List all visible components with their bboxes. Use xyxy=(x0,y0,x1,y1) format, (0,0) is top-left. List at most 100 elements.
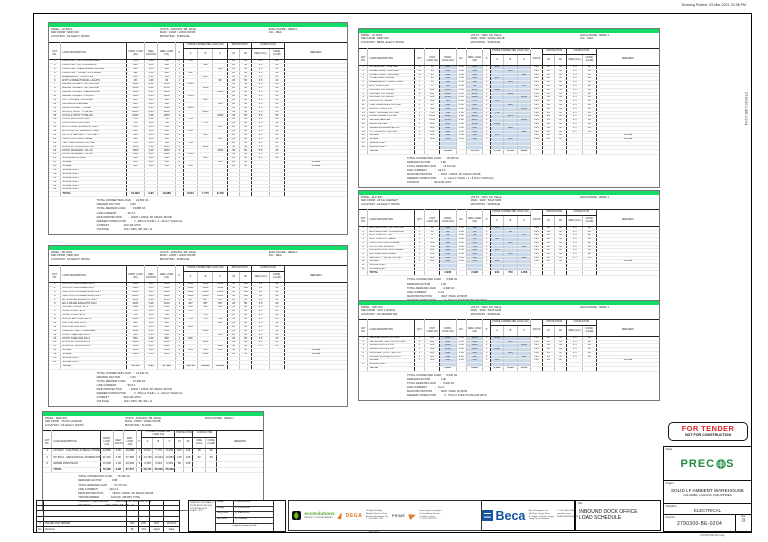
column-header: C xyxy=(163,437,175,449)
revision-cell: No. xyxy=(35,525,45,534)
beca-address-col2: T: +63 2 8662 2500 www.beca.com NZBN 94290… xyxy=(557,510,578,521)
column-header: A xyxy=(489,325,504,337)
column-header: LOAD DESCRIPTION xyxy=(367,215,415,227)
column-header: D.F. xyxy=(455,325,467,337)
cell xyxy=(239,191,252,198)
column-header: D.F. xyxy=(455,215,467,227)
column-header: LOAD DESCRIPTION xyxy=(51,437,101,449)
column-header: P xyxy=(175,271,184,283)
column-header: AF xyxy=(553,215,567,227)
approval-block: DRAWING ORIGINATED FROM BECA CAD FILE 2790… xyxy=(188,500,286,532)
column-group-header xyxy=(216,430,263,438)
approval-name: A. MERCADO xyxy=(235,512,250,515)
cell: 3,380 xyxy=(489,365,504,372)
schedule-grid: PHASE CONNECTED LOAD (VA) PROTECTION CONDU… xyxy=(359,48,659,155)
cell xyxy=(413,270,425,277)
cell xyxy=(530,270,543,277)
cell xyxy=(175,191,184,198)
schedule-info-column: PANEL : LP-IDO1 FED FROM : MDP-IDO LOCATIO… xyxy=(51,28,160,41)
column-header: REMARKS xyxy=(595,215,659,227)
column-header: QTY xyxy=(413,54,425,66)
cell xyxy=(413,365,425,372)
approval-rows: Drawn J. DELA CRUZ Design R. VILLAMOR Dwg ch… xyxy=(216,501,273,531)
column-group-header xyxy=(51,430,101,438)
column-header: A xyxy=(141,437,153,449)
column-header: AF xyxy=(183,437,193,449)
column-header: VOLTS xyxy=(530,325,543,337)
cell: 4,968 xyxy=(516,148,531,155)
schedule-info-column: VOLTS : 230V, 1Ø, 2W+E MAIN : 30AT / 50AF… xyxy=(471,306,581,318)
cell xyxy=(553,365,567,372)
cell xyxy=(174,467,184,474)
schedule-info-line: AIC : 18kA xyxy=(268,254,282,258)
consultant-address-line: T: +63 49 545 2210 xyxy=(419,518,437,521)
schedule-summary: TOTAL CONNECTED LOAD : 24,860 VA DEMAND F… xyxy=(49,197,347,234)
precos-globe-icon xyxy=(715,458,726,469)
column-header: COND. (mmØ) xyxy=(582,215,597,227)
schedule-info-line: MOUNTING : SURFACE xyxy=(470,202,501,206)
drawing-title-line2: LOAD SCHEDULE xyxy=(579,514,622,521)
column-header: REMARKS xyxy=(283,271,347,283)
cell: 1,268 xyxy=(516,270,531,277)
cell: 19,888 xyxy=(157,191,176,198)
column-group-header: PHASE CONNECTED LOAD (VA) xyxy=(141,430,175,438)
cell xyxy=(227,191,240,198)
cell: TOTAL xyxy=(60,191,127,198)
cell xyxy=(49,191,61,198)
beca-address-col1: Beca Philippines, Inc. 8th Floor, Taipan … xyxy=(529,510,554,521)
cell: 24,860 xyxy=(125,191,145,198)
column-group-header xyxy=(99,430,114,438)
beca-wordmark: Beca xyxy=(495,508,526,523)
cell xyxy=(359,365,368,372)
approval-notes: DRAWING ORIGINATED FROM BECA CAD FILE 2790… xyxy=(189,501,216,531)
schedule-info: PANEL : LP-IDO2 FED FROM : MDP-IDO LOCATIO… xyxy=(359,33,659,49)
column-header: COND. (mmØ) xyxy=(268,48,285,60)
schedule-info-column: PANEL : PP-IDO1 FED FROM : MDP-IDO LOCATIO… xyxy=(51,251,160,264)
schedule-summary-line: FEEDER CONDUCTOR : 3 - 5.5mm² THHN IN 25… xyxy=(407,394,487,398)
schedule-total-row: TOTAL 41,540 0.90 37,386 13,766 13,923 13,851 xyxy=(49,363,347,370)
consultant-logos-box: ecoSolutions ENERGY & ENVIRONMENT DEGA 2… xyxy=(288,500,482,531)
column-group-header: PROTECTION xyxy=(174,430,193,438)
column-header: SIZE (mm²) xyxy=(251,48,270,60)
schedule-info-line: MOUNTING : SURFACE xyxy=(159,257,190,261)
column-group-header xyxy=(43,431,52,438)
approval-role-label: Drawn xyxy=(216,501,234,506)
cell: 13,766 xyxy=(182,363,198,370)
column-header: D.F. xyxy=(455,54,467,66)
cell xyxy=(424,365,440,372)
drawing-title-box: Title INBOUND DOCK OFFICE LOAD SCHEDULE xyxy=(575,500,661,531)
approval-empty-box xyxy=(273,501,285,531)
cell: 67,274 xyxy=(122,467,137,474)
cell: 940 xyxy=(489,270,504,277)
column-header: REMARKS xyxy=(595,325,659,337)
rev-value: 0 xyxy=(742,518,745,525)
prime-logo: PRIME xyxy=(391,513,406,518)
approval-name: J. DELA CRUZ xyxy=(235,501,251,503)
load-schedule-mdp-ido: PANEL : MDP-IDO FED FROM : TX-IDO (100kVA… xyxy=(42,411,264,512)
consultant-address-line: T: +63 2 8807 1100 xyxy=(365,518,384,521)
cell xyxy=(455,270,467,277)
column-group-header: CONDUCTOR xyxy=(192,430,217,438)
schedule-grid: PHASE CONNECTED LOAD (VA) PROTECTION CONDU… xyxy=(359,209,659,277)
revision-cell: Date xyxy=(163,525,180,534)
schedule-info-line: AIC : 10kA xyxy=(580,37,594,41)
cell xyxy=(542,270,555,277)
cell xyxy=(192,467,206,474)
rev-cell: Rev 0 xyxy=(735,515,751,531)
cell xyxy=(239,363,252,370)
discipline-label: Discipline xyxy=(665,504,677,508)
beca-box: Beca Beca Philippines, Inc. 8th Floor, Ta… xyxy=(479,500,578,531)
column-header: DEM. LOAD (VA) xyxy=(465,325,483,337)
cell xyxy=(530,365,543,372)
dega-logo: DEGA xyxy=(345,512,363,519)
cell xyxy=(49,363,61,370)
schedule-info-line: LOCATION : GF SERVER RM. xyxy=(361,312,398,316)
column-header: AF xyxy=(239,48,252,60)
cell xyxy=(565,270,583,277)
schedule-info-line: MOUNTING : SURFACE xyxy=(159,34,190,38)
cell xyxy=(205,467,217,474)
schedule-info-line: LOCATION : MEZZ. ELECT. ROOM xyxy=(361,40,404,44)
approval-role-label: Approved xyxy=(216,518,234,523)
schedule-info: PANEL : ELP-IDO FED FROM : ATS-E (GENSET)… xyxy=(359,195,659,210)
column-header: C xyxy=(212,271,228,283)
